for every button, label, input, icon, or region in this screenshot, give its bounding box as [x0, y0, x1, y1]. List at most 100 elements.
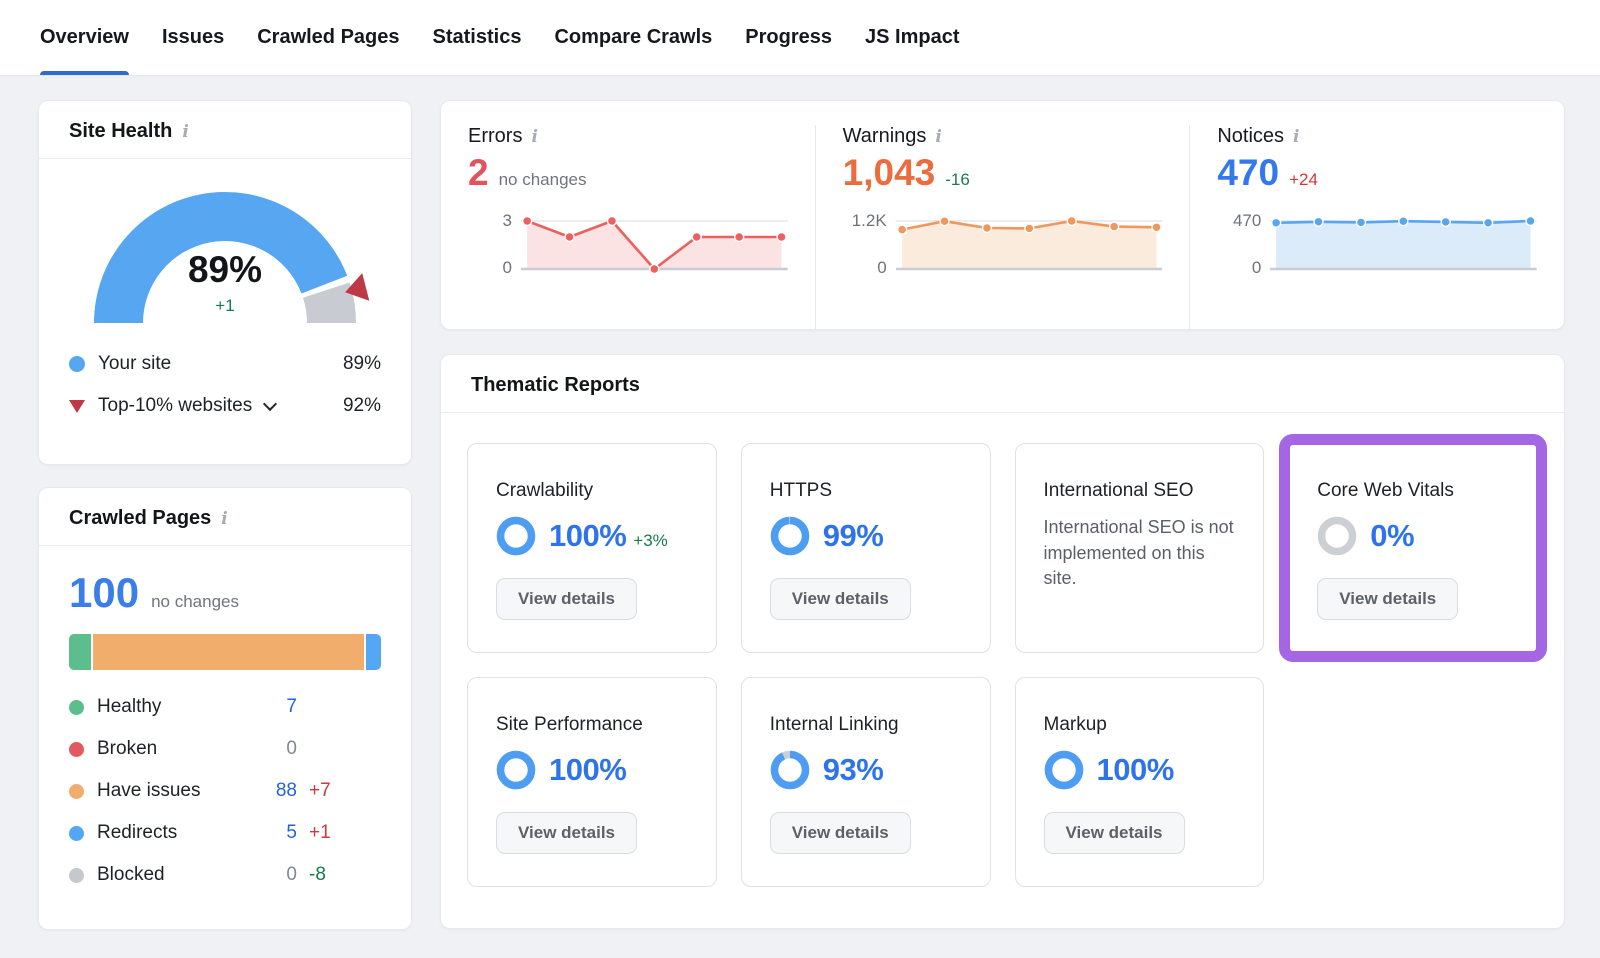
view-details-button[interactable]: View details [1317, 578, 1458, 620]
sparkline-chart [521, 212, 788, 278]
section-chart: 1.2K0 [843, 212, 1163, 278]
progress-ring-icon [496, 516, 536, 556]
section-chart: 30 [468, 212, 788, 278]
thematic-card-markup: Markup 100% View details [1015, 677, 1265, 887]
thematic-card-title: Core Web Vitals [1317, 480, 1509, 502]
section-title: Notices [1217, 125, 1284, 148]
site-health-title: Site Health [69, 120, 172, 143]
site-health-score: 89% [75, 249, 375, 291]
legend-value: 0 [249, 864, 297, 886]
info-icon[interactable]: i [221, 509, 227, 528]
thematic-reports-grid: Crawlability100%+3%View detailsHTTPS99%V… [441, 413, 1564, 887]
section-value: 470 [1217, 153, 1279, 194]
crawled-pages-total: 100 [69, 572, 139, 614]
legend-delta: -8 [309, 864, 326, 886]
crawled-pages-legend: Healthy7Broken0Have issues88+7Redirects5… [39, 670, 411, 896]
crawled-pages-title: Crawled Pages [69, 507, 211, 530]
crawled-pages-card: Crawled Pages i 100 no changes Healthy7B… [38, 487, 412, 930]
y-axis-min-label: 0 [877, 258, 886, 278]
view-details-button[interactable]: View details [770, 578, 911, 620]
crawled-pages-legend-row-broken: Broken0 [69, 728, 381, 770]
summary-section-warnings: Warnings i 1,043 -16 1.2K0 [815, 125, 1190, 329]
thematic-card-title: International SEO [1044, 480, 1236, 502]
legend-value: 0 [249, 738, 297, 760]
section-change-note: -16 [945, 170, 970, 190]
section-value-row: 1,043 -16 [843, 153, 1163, 194]
thematic-card-score-row: 100% [496, 750, 688, 790]
thematic-reports-title: Thematic Reports [471, 374, 640, 397]
info-icon[interactable]: i [935, 127, 941, 146]
thematic-card-percent: 0% [1370, 518, 1414, 554]
thematic-card-site-performance: Site Performance 100% View details [467, 677, 717, 887]
thematic-card-crawlability: Crawlability100%+3%View details [467, 443, 717, 653]
info-icon[interactable]: i [531, 127, 537, 146]
section-title: Warnings [843, 125, 927, 148]
thematic-card-score-row: 100% [1044, 750, 1236, 790]
legend-label: Blocked [97, 864, 249, 886]
tab-overview[interactable]: Overview [40, 0, 129, 75]
view-details-button[interactable]: View details [770, 812, 911, 854]
tab-progress[interactable]: Progress [745, 0, 832, 75]
legend-value: 89% [343, 353, 381, 375]
sparkline-chart [1270, 212, 1537, 278]
thematic-card-title: Internal Linking [770, 714, 962, 736]
thematic-card-internal-linking: Internal Linking 93% View details [741, 677, 991, 887]
info-icon[interactable]: i [1293, 127, 1299, 146]
sparkline-chart [896, 212, 1163, 278]
tab-statistics[interactable]: Statistics [433, 0, 522, 75]
section-value-row: 470+24 [1217, 153, 1537, 194]
site-health-card: Site Health i 89% +1 Your site89%Top-10%… [38, 100, 412, 465]
crawled-pages-header: Crawled Pages i [39, 488, 411, 546]
view-details-button[interactable]: View details [496, 578, 637, 620]
thematic-card-score-row: 93% [770, 750, 962, 790]
thematic-card-percent: 100% [549, 752, 626, 788]
tab-js-impact[interactable]: JS Impact [865, 0, 959, 75]
tab-crawled-pages[interactable]: Crawled Pages [257, 0, 399, 75]
thematic-card-https: HTTPS99%View details [741, 443, 991, 653]
crawled-pages-legend-row-redirects: Redirects5+1 [69, 812, 381, 854]
site-health-gauge: 89% +1 [75, 175, 375, 335]
tab-compare-crawls[interactable]: Compare Crawls [554, 0, 712, 75]
site-health-legend: Your site89%Top-10% websites92% [39, 335, 411, 427]
legend-value: 5 [249, 822, 297, 844]
legend-value: 88 [249, 780, 297, 802]
section-title-row: Warnings i [843, 125, 1163, 148]
view-details-button[interactable]: View details [1044, 812, 1185, 854]
y-axis-min-label: 0 [503, 258, 512, 278]
crawled-pages-total-note: no changes [151, 592, 239, 612]
thematic-card-description: International SEO is not implemented on … [1044, 515, 1236, 592]
crawled-pages-legend-row-have-issues: Have issues88 +7 [69, 770, 381, 812]
site-health-legend-row-your-site: Your site89% [69, 343, 381, 385]
crawled-pages-total-row: 100 no changes [39, 546, 411, 614]
legend-label: Broken [97, 738, 249, 760]
view-details-button[interactable]: View details [496, 812, 637, 854]
legend-label: Have issues [97, 780, 249, 802]
thematic-reports-header: Thematic Reports [441, 355, 1564, 413]
progress-ring-icon [1044, 750, 1084, 790]
tab-issues[interactable]: Issues [162, 0, 224, 75]
info-icon[interactable]: i [182, 122, 188, 141]
site-health-score-delta: +1 [75, 296, 375, 316]
legend-dot-icon [69, 826, 84, 841]
thematic-card-percent: 99% [823, 518, 884, 554]
chart-y-axis: 30 [468, 212, 512, 278]
summary-section-errors: Errorsi 2no changes 30 [441, 125, 815, 329]
chart-y-axis: 1.2K0 [843, 212, 887, 278]
section-title: Errors [468, 125, 522, 148]
legend-label: Top-10% websites [98, 395, 252, 417]
chevron-down-icon[interactable] [263, 396, 277, 410]
section-change-note: no changes [499, 170, 587, 190]
progress-ring-icon [770, 516, 810, 556]
site-health-legend-row-top-10-websites: Top-10% websites92% [69, 385, 381, 427]
section-value-row: 2no changes [468, 153, 788, 194]
legend-delta: +7 [309, 780, 331, 802]
chart-y-axis: 470 0 [1217, 212, 1261, 278]
site-health-header: Site Health i [39, 101, 411, 159]
progress-ring-icon [1317, 516, 1357, 556]
thematic-card-title: Markup [1044, 714, 1236, 736]
thematic-card-score-row: 99% [770, 516, 962, 556]
y-axis-max-label: 470 [1233, 211, 1261, 231]
section-value: 1,043 [843, 153, 936, 194]
thematic-card-title: Site Performance [496, 714, 688, 736]
y-axis-min-label: 0 [1252, 258, 1261, 278]
